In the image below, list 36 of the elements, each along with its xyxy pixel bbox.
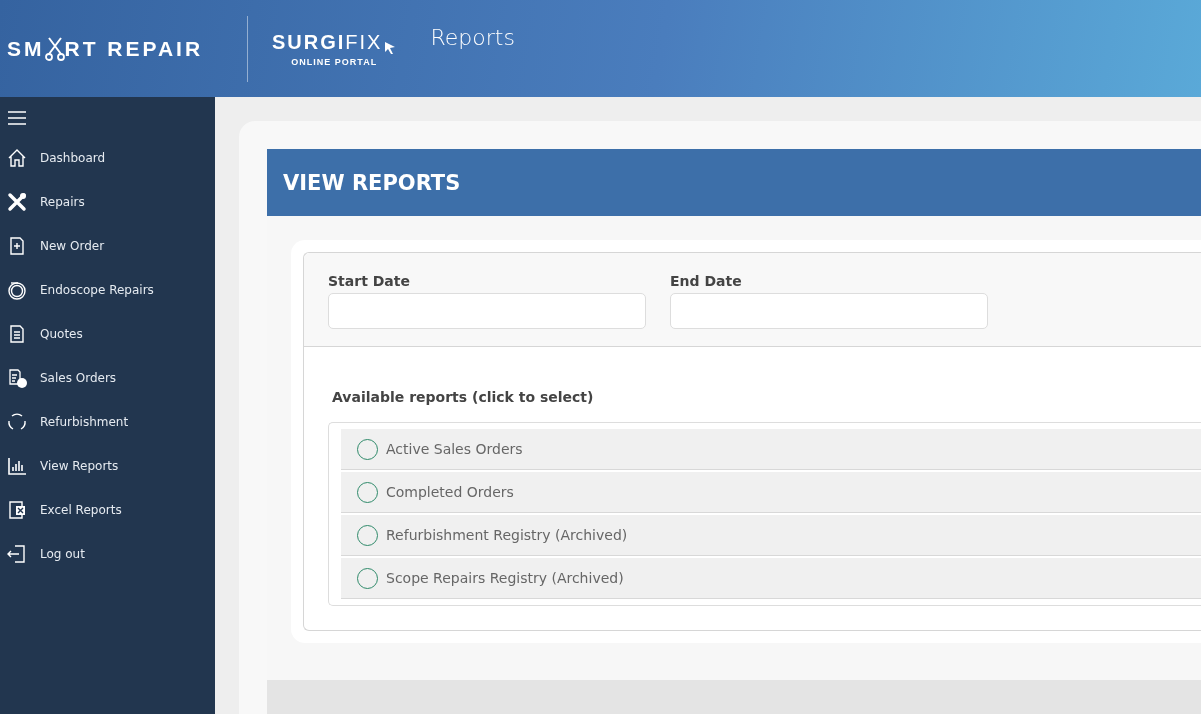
menu-icon[interactable] bbox=[8, 111, 26, 125]
sidebar-item[interactable]: Endoscope Repairs bbox=[0, 268, 215, 312]
sidebar-item[interactable]: Quotes bbox=[0, 312, 215, 356]
date-field[interactable] bbox=[328, 293, 646, 329]
report-option[interactable]: Completed Orders bbox=[341, 472, 1201, 513]
cursor-icon bbox=[384, 40, 397, 55]
field-label: End Date bbox=[670, 273, 743, 289]
sidebar-item[interactable]: Repairs bbox=[0, 180, 215, 224]
sidebar-item[interactable]: Log out bbox=[0, 532, 215, 576]
coil-icon bbox=[6, 279, 28, 301]
report-option[interactable]: Active Sales Orders bbox=[341, 429, 1201, 470]
sidebar-item[interactable]: Excel Reports bbox=[0, 488, 215, 532]
sidebar-item[interactable]: Refurbishment bbox=[0, 400, 215, 444]
report-option[interactable]: Scope Repairs Registry (Archived) bbox=[341, 558, 1201, 599]
sidebar-item[interactable]: Sales Orders bbox=[0, 356, 215, 400]
panel-title: VIEW REPORTS bbox=[283, 170, 461, 195]
logo-text: SM bbox=[7, 36, 45, 61]
report-option[interactable]: Refurbishment Registry (Archived) bbox=[341, 515, 1201, 556]
sidebar-item[interactable]: Dashboard bbox=[0, 136, 215, 180]
refresh-icon bbox=[6, 411, 28, 433]
home-icon bbox=[6, 147, 28, 169]
date-field[interactable] bbox=[670, 293, 988, 329]
logo-text: RT REPAIR bbox=[64, 36, 204, 61]
logout-icon bbox=[6, 543, 28, 565]
scissors-icon bbox=[44, 35, 65, 62]
section-heading: Available reports (click to select) bbox=[332, 389, 594, 405]
sidebar-item[interactable]: New Order bbox=[0, 224, 215, 268]
tools-icon bbox=[6, 191, 28, 213]
bar-chart-icon bbox=[6, 455, 28, 477]
sidebar-item[interactable]: View Reports bbox=[0, 444, 215, 488]
brand-name: SURGIFIX bbox=[272, 30, 383, 54]
page-title: Reports bbox=[430, 25, 515, 50]
brand-subtitle: ONLINE PORTAL bbox=[291, 56, 378, 67]
spreadsheet-icon bbox=[6, 499, 28, 521]
invoice-icon bbox=[6, 367, 28, 389]
field-label: Start Date bbox=[328, 273, 411, 289]
